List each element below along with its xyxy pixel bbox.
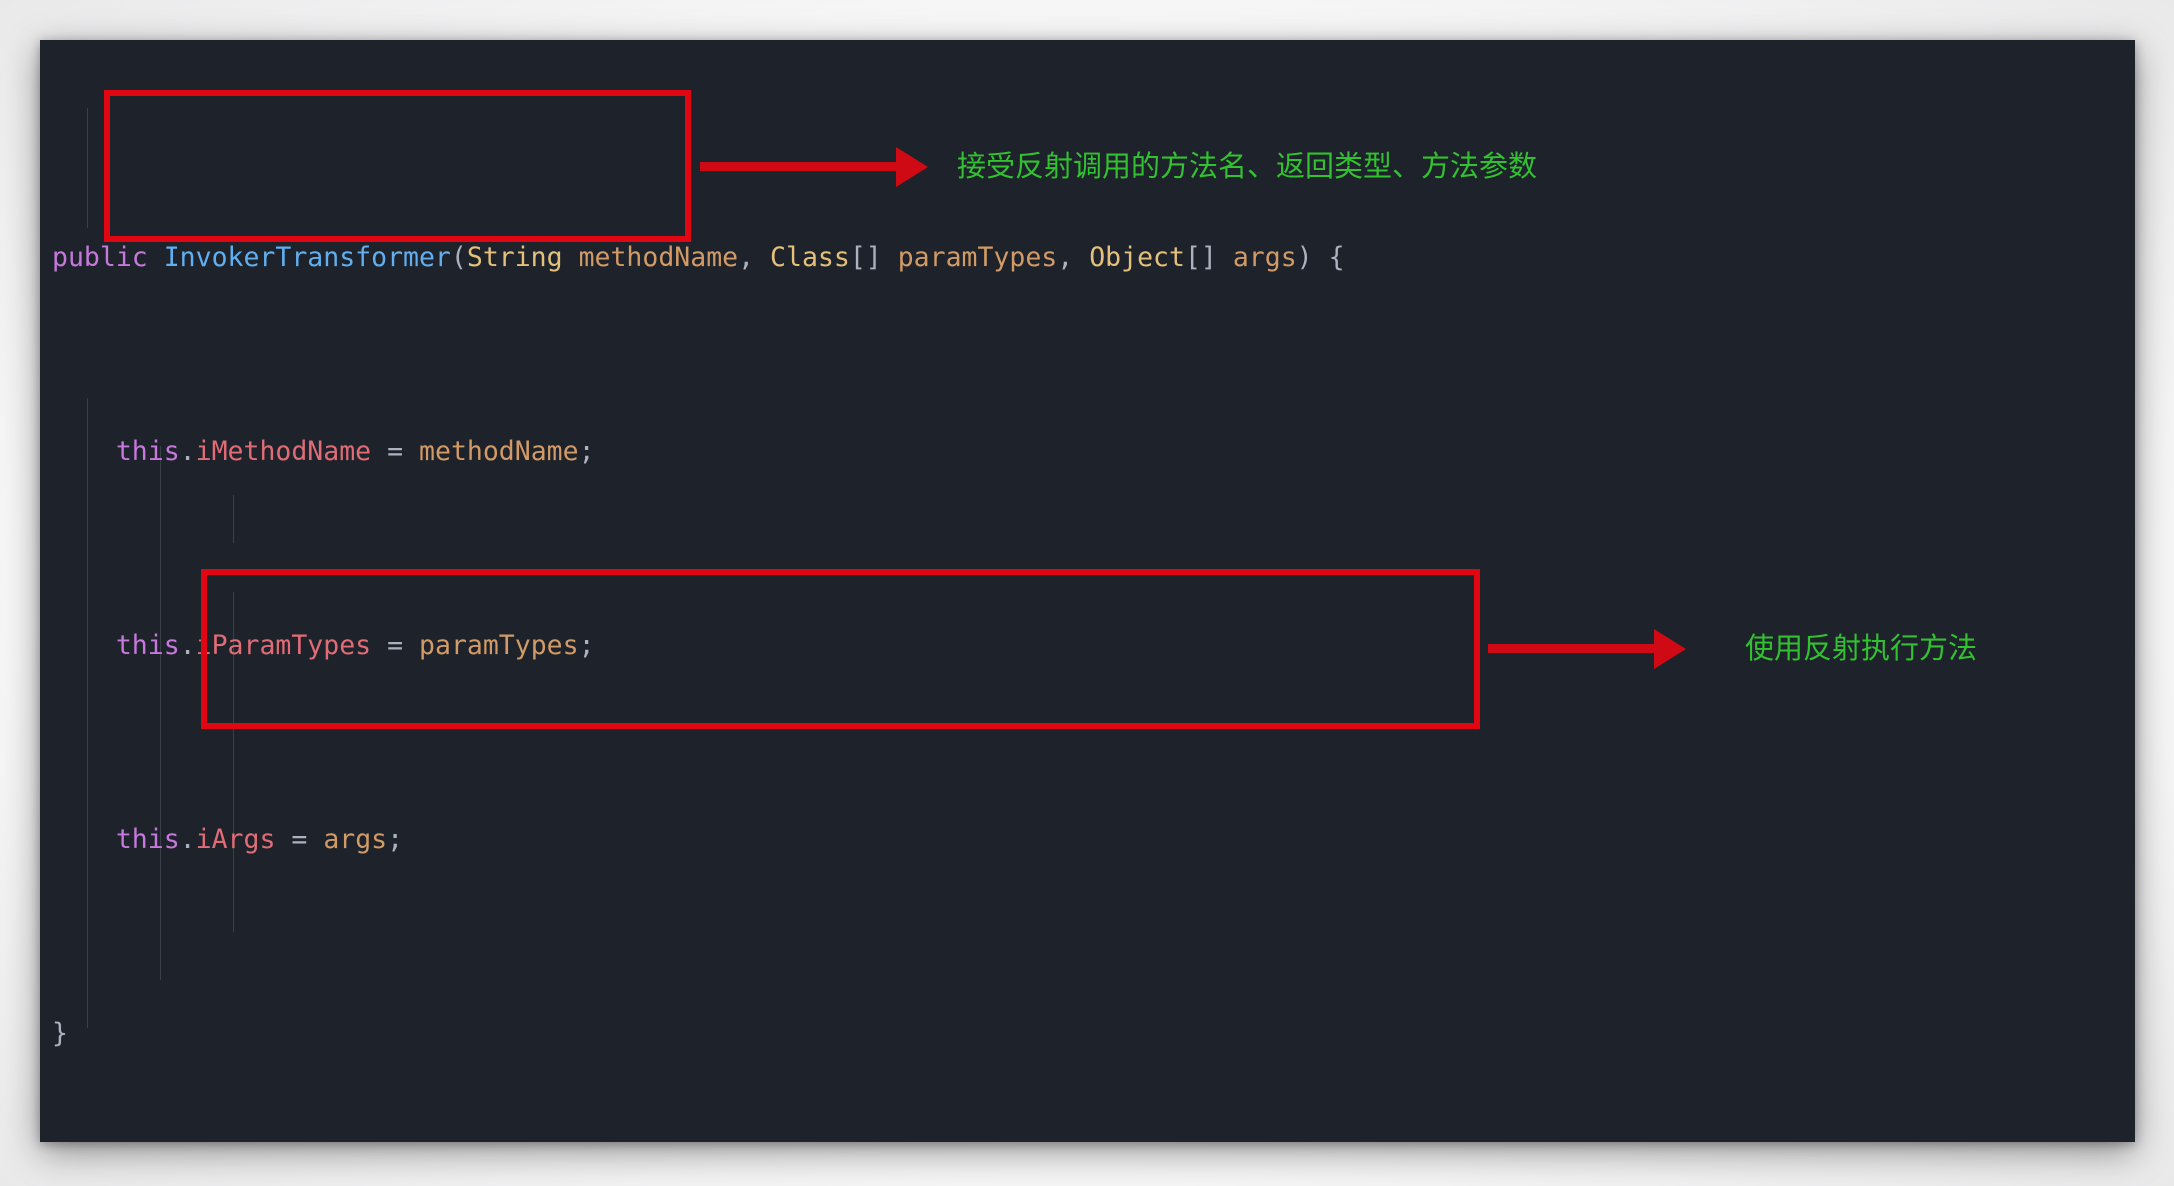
code-line: this.iMethodName = methodName; bbox=[115, 436, 595, 467]
code-text[interactable]: public InvokerTransformer(String methodN… bbox=[40, 40, 2135, 1142]
code-line: } bbox=[52, 1018, 68, 1049]
constructor-arrow-shaft bbox=[700, 162, 900, 171]
code-line: this.iArgs = args; bbox=[115, 824, 404, 855]
code-line: public InvokerTransformer(String methodN… bbox=[52, 242, 1345, 273]
code-editor-panel: public InvokerTransformer(String methodN… bbox=[40, 40, 2135, 1142]
page-background: public InvokerTransformer(String methodN… bbox=[0, 0, 2174, 1186]
reflection-arrow-head bbox=[1654, 629, 1686, 669]
annotation-note-constructor: 接受反射调用的方法名、返回类型、方法参数 bbox=[957, 149, 1538, 183]
annotation-note-reflection: 使用反射执行方法 bbox=[1745, 631, 1978, 665]
reflection-arrow-shaft bbox=[1488, 644, 1658, 653]
constructor-arrow-head bbox=[896, 147, 928, 187]
